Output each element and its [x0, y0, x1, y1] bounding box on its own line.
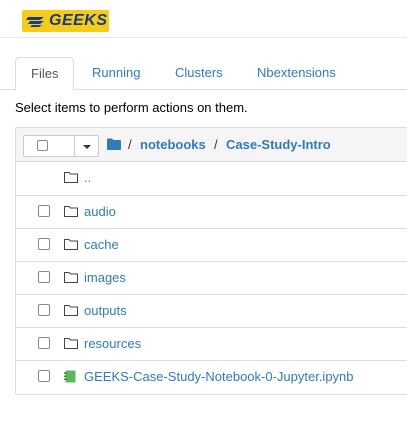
tab-files[interactable]: Files — [15, 57, 75, 91]
folder-icon — [64, 206, 78, 217]
folder-icon — [64, 338, 78, 349]
select-all-group — [23, 135, 99, 157]
file-list-header: / notebooks / Case-Study-Intro — [16, 128, 407, 162]
folder-icon — [64, 305, 78, 316]
logo-wings-icon — [26, 17, 44, 27]
header: GEEKS — [0, 0, 407, 38]
list-item[interactable]: outputs — [16, 294, 407, 327]
breadcrumb-separator: / — [128, 137, 132, 152]
tab-bar: Files Running Clusters Nbextensions — [15, 57, 407, 91]
breadcrumb-separator: / — [214, 137, 218, 152]
list-item-parent[interactable]: .. — [16, 162, 407, 195]
row-checkbox[interactable] — [38, 304, 50, 316]
file-list-panel: / notebooks / Case-Study-Intro .. audio … — [15, 127, 407, 395]
home-folder-icon[interactable] — [107, 138, 121, 150]
folder-icon — [64, 172, 78, 183]
row-checkbox[interactable] — [38, 205, 50, 217]
header-divider — [0, 37, 407, 38]
list-item[interactable]: cache — [16, 228, 407, 261]
notebook-icon — [64, 370, 76, 383]
row-checkbox[interactable] — [38, 238, 50, 250]
breadcrumb-case-study-intro[interactable]: Case-Study-Intro — [226, 137, 331, 152]
list-item-name[interactable]: resources — [84, 336, 141, 351]
list-item[interactable]: audio — [16, 195, 407, 228]
list-item-name[interactable]: outputs — [84, 303, 127, 318]
row-checkbox[interactable] — [38, 370, 50, 382]
list-item[interactable]: resources — [16, 327, 407, 360]
file-list: .. audio cache images outputs resources … — [16, 162, 407, 394]
list-item-name[interactable]: audio — [84, 204, 116, 219]
breadcrumb-notebooks[interactable]: notebooks — [140, 137, 206, 152]
tab-nbextensions[interactable]: Nbextensions — [242, 57, 351, 89]
list-item-name[interactable]: GEEKS-Case-Study-Notebook-0-Jupyter.ipyn… — [84, 369, 354, 384]
list-item-name[interactable]: .. — [84, 170, 91, 185]
select-all-checkbox[interactable] — [37, 140, 48, 151]
tab-clusters[interactable]: Clusters — [160, 57, 238, 89]
select-divider — [74, 136, 75, 156]
selection-hint: Select items to perform actions on them. — [15, 100, 248, 115]
folder-icon — [64, 239, 78, 250]
logo-text: GEEKS — [49, 12, 108, 29]
tab-running[interactable]: Running — [77, 57, 155, 89]
row-checkbox[interactable] — [38, 337, 50, 349]
list-item[interactable]: GEEKS-Case-Study-Notebook-0-Jupyter.ipyn… — [16, 360, 407, 393]
row-checkbox[interactable] — [38, 271, 50, 283]
chevron-down-icon[interactable] — [83, 145, 91, 149]
list-item-name[interactable]: cache — [84, 237, 119, 252]
folder-icon — [64, 272, 78, 283]
list-item-name[interactable]: images — [84, 270, 126, 285]
geeks-logo[interactable]: GEEKS — [22, 10, 109, 32]
list-item[interactable]: images — [16, 261, 407, 294]
